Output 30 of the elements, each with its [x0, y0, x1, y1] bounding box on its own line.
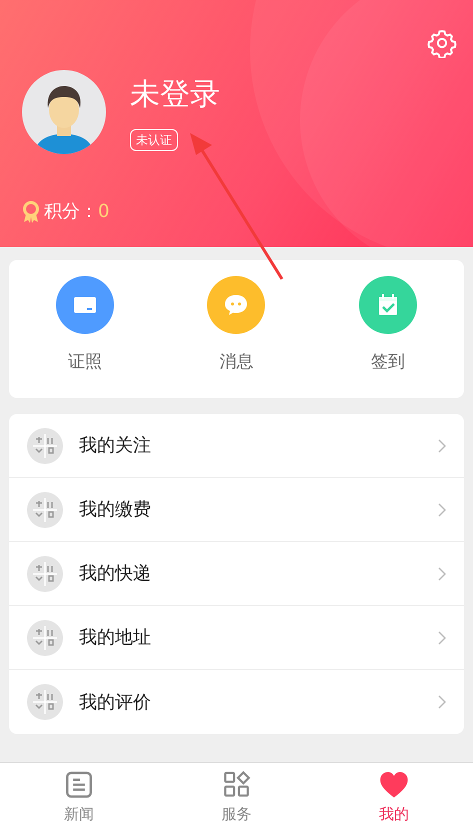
shortcut-button[interactable]: 消息	[207, 276, 266, 382]
menu-item[interactable]: 我的快递	[9, 542, 464, 606]
logo-icon	[27, 684, 63, 720]
logo-icon	[27, 492, 63, 528]
grid-icon	[222, 771, 250, 798]
logo-icon	[27, 556, 63, 592]
chevron-right-icon	[438, 566, 446, 580]
shortcut-button[interactable]: 签到	[359, 276, 418, 382]
chevron-right-icon	[438, 502, 446, 516]
logo-icon	[27, 620, 63, 656]
tab-button[interactable]: 新闻	[0, 763, 158, 826]
logo-icon	[27, 428, 63, 464]
shortcut-button[interactable]: 证照	[56, 276, 114, 382]
menu-item[interactable]: 我的评价	[9, 670, 464, 734]
points-value: 0	[98, 200, 110, 224]
chevron-right-icon	[438, 630, 446, 644]
settings-icon[interactable]	[427, 28, 457, 58]
login-status-title[interactable]: 未登录	[130, 78, 220, 111]
news-icon	[64, 771, 93, 798]
chevron-right-icon	[438, 438, 446, 452]
award-icon	[22, 200, 40, 222]
tab-button[interactable]: 我的	[315, 763, 473, 826]
menu-item[interactable]: 我的关注	[9, 414, 464, 478]
tab-button[interactable]: 服务	[158, 763, 316, 826]
menu-item[interactable]: 我的地址	[9, 606, 464, 670]
chevron-right-icon	[438, 695, 446, 709]
verification-tag: 未认证	[130, 129, 178, 151]
menu-item[interactable]: 我的缴费	[9, 478, 464, 542]
points-label: 积分：	[44, 200, 98, 224]
heart-icon	[379, 771, 410, 798]
